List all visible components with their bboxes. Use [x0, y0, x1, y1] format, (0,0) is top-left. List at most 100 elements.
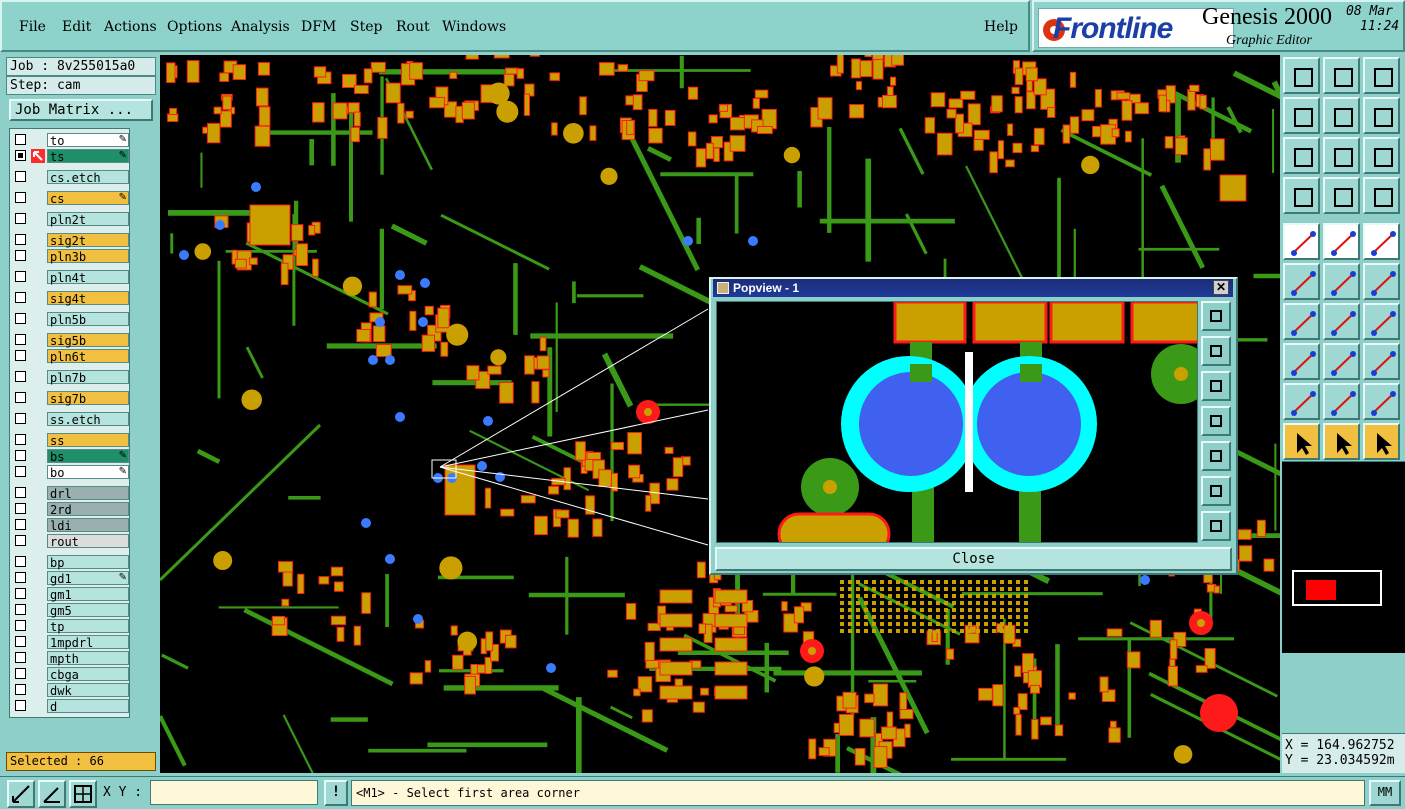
layer-row[interactable]: rout: [13, 534, 129, 549]
select-box-icon[interactable]: [1323, 423, 1360, 460]
layer-row[interactable]: cs ✎: [13, 191, 129, 206]
layer-row[interactable]: tp: [13, 619, 129, 634]
layer-name[interactable]: pln2t: [47, 212, 129, 227]
layer-row[interactable]: sig2t: [13, 233, 129, 248]
layer-name[interactable]: sig4t: [47, 291, 129, 306]
layer-row[interactable]: d: [13, 699, 129, 714]
layer-checkbox[interactable]: [15, 466, 26, 477]
line-icon[interactable]: [1363, 263, 1400, 300]
menu-edit[interactable]: Edit: [62, 19, 91, 35]
layer-affected-slot[interactable]: [31, 518, 45, 532]
layer-affected-slot[interactable]: [31, 170, 45, 184]
layer-row[interactable]: gd1 ✎: [13, 571, 129, 586]
layer-row[interactable]: cbga: [13, 667, 129, 682]
menu-actions[interactable]: Actions: [104, 19, 157, 35]
layer-checkbox[interactable]: [15, 434, 26, 445]
layer-affected-slot[interactable]: [31, 291, 45, 305]
layer-affected-slot[interactable]: [31, 683, 45, 697]
layer-row[interactable]: dwk: [13, 683, 129, 698]
layer-row[interactable]: 1mpdrl: [13, 635, 129, 650]
grid-snap-icon[interactable]: [69, 780, 97, 808]
units-toggle[interactable]: MM: [1369, 780, 1401, 806]
xy-input[interactable]: [150, 780, 318, 805]
layer-checkbox[interactable]: [15, 271, 26, 282]
undo-view-icon[interactable]: [1363, 97, 1400, 134]
layer-checkbox[interactable]: [15, 234, 26, 245]
triangle-icon[interactable]: [1283, 383, 1320, 420]
layer-row[interactable]: bo ✎: [13, 465, 129, 480]
popview-center-icon[interactable]: [1201, 511, 1231, 541]
zoom-center-icon[interactable]: [1323, 137, 1360, 174]
ratio-icon[interactable]: [1363, 137, 1400, 174]
layer-affected-slot[interactable]: [31, 333, 45, 347]
pan-left-icon[interactable]: [1283, 97, 1320, 134]
snap-icon[interactable]: [1283, 177, 1320, 214]
layer-checkbox[interactable]: [15, 503, 26, 514]
layer-affected-slot[interactable]: [31, 270, 45, 284]
layer-checkbox[interactable]: [15, 450, 26, 461]
layer-row[interactable]: bs ✎: [13, 449, 129, 464]
layer-checkbox[interactable]: [15, 620, 26, 631]
layer-affected-slot[interactable]: [31, 433, 45, 447]
net-icon[interactable]: [1283, 263, 1320, 300]
ruler-icon[interactable]: [1363, 223, 1400, 260]
layer-row[interactable]: ss: [13, 433, 129, 448]
fit-all-icon[interactable]: [1283, 137, 1320, 174]
layer-name[interactable]: 1mpdrl: [47, 635, 129, 650]
layer-affected-slot[interactable]: [31, 651, 45, 665]
layer-row[interactable]: 2rd: [13, 502, 129, 517]
home-view-icon[interactable]: [1363, 57, 1400, 94]
layer-name[interactable]: ss: [47, 433, 129, 448]
layer-affected-slot[interactable]: [31, 370, 45, 384]
layer-affected-slot[interactable]: [31, 233, 45, 247]
layer-name[interactable]: ts: [47, 149, 129, 164]
layer-checkbox[interactable]: [15, 134, 26, 145]
layer-affected-slot[interactable]: [31, 249, 45, 263]
layer-name[interactable]: pln7b: [47, 370, 129, 385]
layer-checkbox[interactable]: [15, 636, 26, 647]
layer-checkbox[interactable]: [15, 213, 26, 224]
dimension-icon[interactable]: [1363, 343, 1400, 380]
layer-affected-slot[interactable]: [31, 412, 45, 426]
layer-affected-slot[interactable]: [31, 212, 45, 226]
layers-icon[interactable]: [1363, 177, 1400, 214]
layer-row[interactable]: drl: [13, 486, 129, 501]
layer-name[interactable]: cs: [47, 191, 129, 206]
layer-name[interactable]: rout: [47, 534, 129, 549]
diagonal-arrow-icon[interactable]: [7, 780, 35, 808]
rotate-icon[interactable]: [1363, 303, 1400, 340]
layer-name[interactable]: sig2t: [47, 233, 129, 248]
layer-name[interactable]: pln6t: [47, 349, 129, 364]
layer-affected-slot[interactable]: [31, 635, 45, 649]
layer-checkbox[interactable]: [15, 487, 26, 498]
layer-name[interactable]: gd1: [47, 571, 129, 586]
layer-checkbox[interactable]: [15, 588, 26, 599]
popview-up-icon[interactable]: [1201, 336, 1231, 366]
layer-affected-slot[interactable]: [31, 699, 45, 713]
layer-name[interactable]: ss.etch: [47, 412, 129, 427]
popview-left-icon[interactable]: [1201, 406, 1231, 436]
layer-affected-slot[interactable]: [31, 619, 45, 633]
a-arc-icon[interactable]: [1363, 383, 1400, 420]
layer-affected-slot[interactable]: [31, 571, 45, 585]
layer-affected-slot[interactable]: [31, 191, 45, 205]
layer-affected-slot[interactable]: [31, 603, 45, 617]
popview-zoom-view[interactable]: [716, 301, 1198, 543]
menu-analysis[interactable]: Analysis: [231, 19, 290, 35]
layer-checkbox[interactable]: [15, 572, 26, 583]
layer-row[interactable]: ss.etch: [13, 412, 129, 427]
layer-name[interactable]: pln4t: [47, 270, 129, 285]
layer-checkbox[interactable]: [15, 535, 26, 546]
a-icon[interactable]: [1323, 383, 1360, 420]
layer-checkbox[interactable]: [15, 250, 26, 261]
layer-row[interactable]: to ✎: [13, 133, 129, 148]
popview-titlebar[interactable]: Popview - 1 ✕: [713, 279, 1233, 297]
popview-fit-icon[interactable]: [1201, 476, 1231, 506]
layer-name[interactable]: cs.etch: [47, 170, 129, 185]
popview-right-icon[interactable]: [1201, 441, 1231, 471]
layer-name[interactable]: bs: [47, 449, 129, 464]
layer-name[interactable]: gm1: [47, 587, 129, 602]
popview-close-button[interactable]: Close: [715, 547, 1232, 571]
menu-windows[interactable]: Windows: [442, 19, 506, 35]
layer-checkbox[interactable]: [15, 350, 26, 361]
